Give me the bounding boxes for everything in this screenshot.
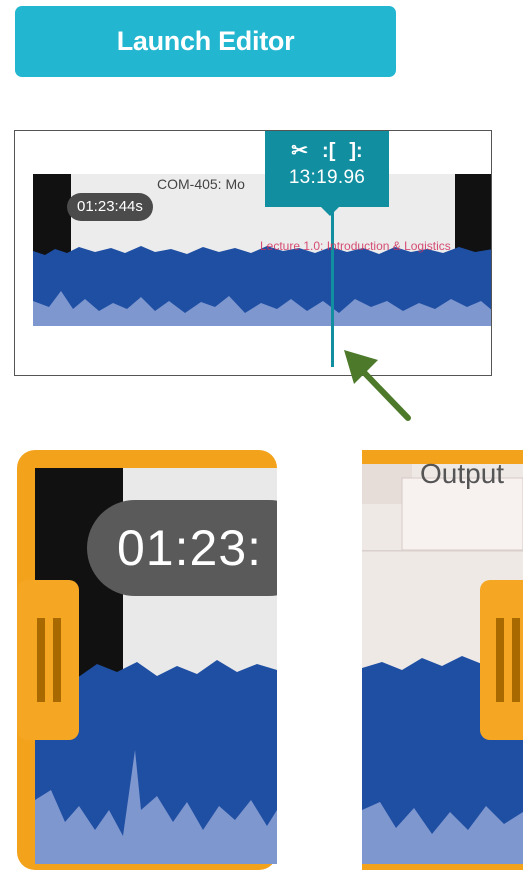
clip-subtitle: Lecture 1.0: Introduction & Logistics: [260, 239, 451, 253]
playhead-time: 13:19.96: [288, 167, 366, 188]
zoom-left-handle-panel: 01:23:: [17, 450, 277, 870]
zoom-start-time: 01:23:: [87, 500, 277, 596]
waveform-track[interactable]: [15, 131, 492, 376]
clip-start-time: 01:23:44s: [67, 193, 153, 221]
zoom-right-handle-panel: Output: [362, 450, 523, 870]
launch-editor-button[interactable]: Launch Editor: [15, 6, 396, 77]
tooltip-notch: [321, 207, 339, 216]
right-trim-handle[interactable]: [480, 580, 523, 740]
playhead[interactable]: [331, 207, 334, 367]
clip-title: COM-405: Mo: [157, 176, 245, 192]
set-out-point-icon[interactable]: ]:: [349, 138, 362, 164]
playhead-tooltip: ✂ :[ ]: 13:19.96: [265, 131, 389, 216]
set-in-point-icon[interactable]: :[: [322, 138, 335, 164]
scissors-icon[interactable]: ✂: [291, 138, 308, 164]
zoom-output-label: Output: [420, 458, 505, 489]
left-trim-handle[interactable]: [17, 580, 79, 740]
timeline-panel: COM-405: Mo Lecture 1.0: Introduction & …: [14, 130, 492, 376]
pointer-arrow-icon: [344, 350, 411, 421]
